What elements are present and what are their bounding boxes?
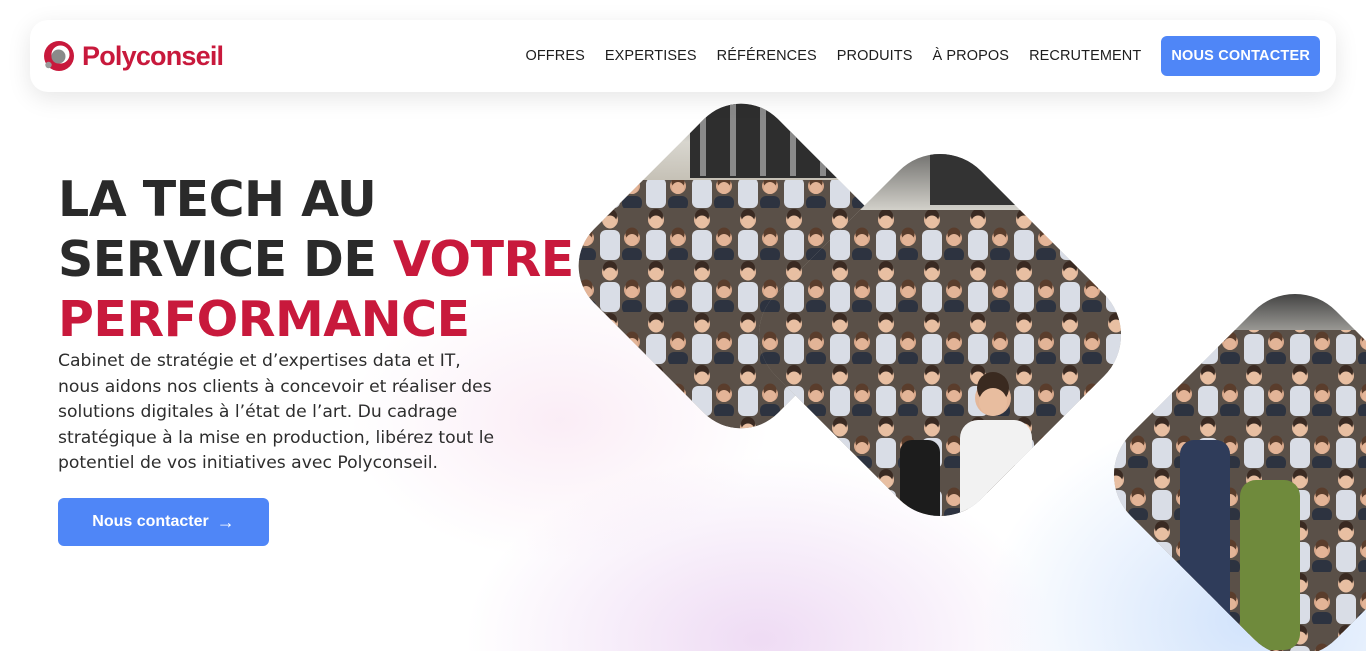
hero-contact-label: Nous contacter — [92, 513, 209, 530]
team-photo-right — [1090, 290, 1366, 651]
nav-item-produits[interactable]: PRODUITS — [837, 48, 913, 64]
nav-contact-button[interactable]: NOUS CONTACTER — [1161, 36, 1320, 76]
hero-title-plain: SERVICE DE — [58, 231, 393, 288]
main-nav: OFFRES EXPERTISES RÉFÉRENCES PRODUITS À … — [505, 36, 1320, 76]
logo[interactable]: Polyconseil — [42, 39, 224, 73]
hero-title-accent: VOTRE — [392, 231, 574, 288]
arrow-right-icon: → — [216, 512, 235, 532]
logo-text: Polyconseil — [82, 40, 224, 71]
nav-item-a-propos[interactable]: À PROPOS — [933, 48, 1010, 64]
hero-description: Cabinet de stratégie et d’expertises dat… — [58, 351, 495, 474]
hero-title-line-1: LA TECH AU — [58, 171, 377, 228]
nav-item-offres[interactable]: OFFRES — [525, 48, 584, 64]
nav-item-references[interactable]: RÉFÉRENCES — [717, 48, 817, 64]
hero-title-line-3: PERFORMANCE — [58, 291, 470, 348]
polyconseil-logo-icon — [44, 41, 74, 71]
hero-title-line-2: SERVICE DE VOTRE — [58, 230, 574, 290]
hero-title: LA TECH AU SERVICE DE VOTRE PERFORMANCE — [58, 170, 574, 350]
nav-item-recrutement[interactable]: RECRUTEMENT — [1029, 48, 1141, 64]
hero-contact-button[interactable]: Nous contacter → — [58, 498, 269, 546]
site-header: Polyconseil OFFRES EXPERTISES RÉFÉRENCES… — [30, 20, 1336, 92]
nav-item-expertises[interactable]: EXPERTISES — [605, 48, 697, 64]
